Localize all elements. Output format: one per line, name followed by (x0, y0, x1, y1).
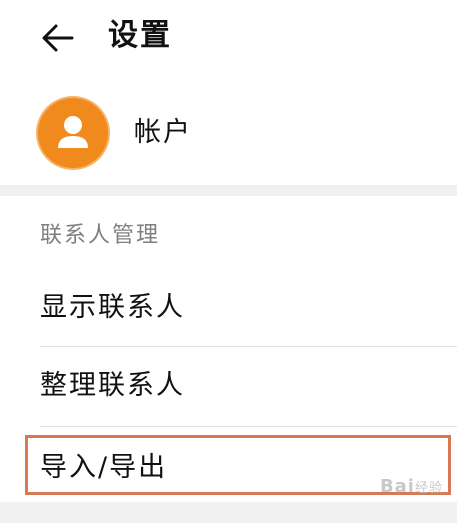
divider (40, 426, 457, 427)
page-title: 设置 (108, 18, 172, 53)
user-icon (58, 116, 88, 148)
section-title: 联系人管理 (40, 223, 161, 248)
header: 设置 帐户 (0, 0, 457, 185)
display-contacts-label: 显示联系人 (40, 292, 185, 323)
watermark-suffix: 经验 (414, 481, 443, 496)
account-label: 帐户 (134, 117, 192, 148)
organize-contacts-item[interactable]: 整理联系人 (0, 348, 457, 426)
watermark: Bai经验 (380, 476, 443, 497)
organize-contacts-label: 整理联系人 (40, 370, 185, 401)
avatar (38, 98, 108, 168)
arrow-left-icon[interactable] (38, 18, 78, 58)
watermark-text: Bai (379, 476, 415, 497)
display-contacts-item[interactable]: 显示联系人 (0, 268, 457, 346)
bottom-strip (0, 502, 457, 523)
divider (40, 346, 457, 347)
account-row[interactable]: 帐户 (0, 95, 457, 173)
